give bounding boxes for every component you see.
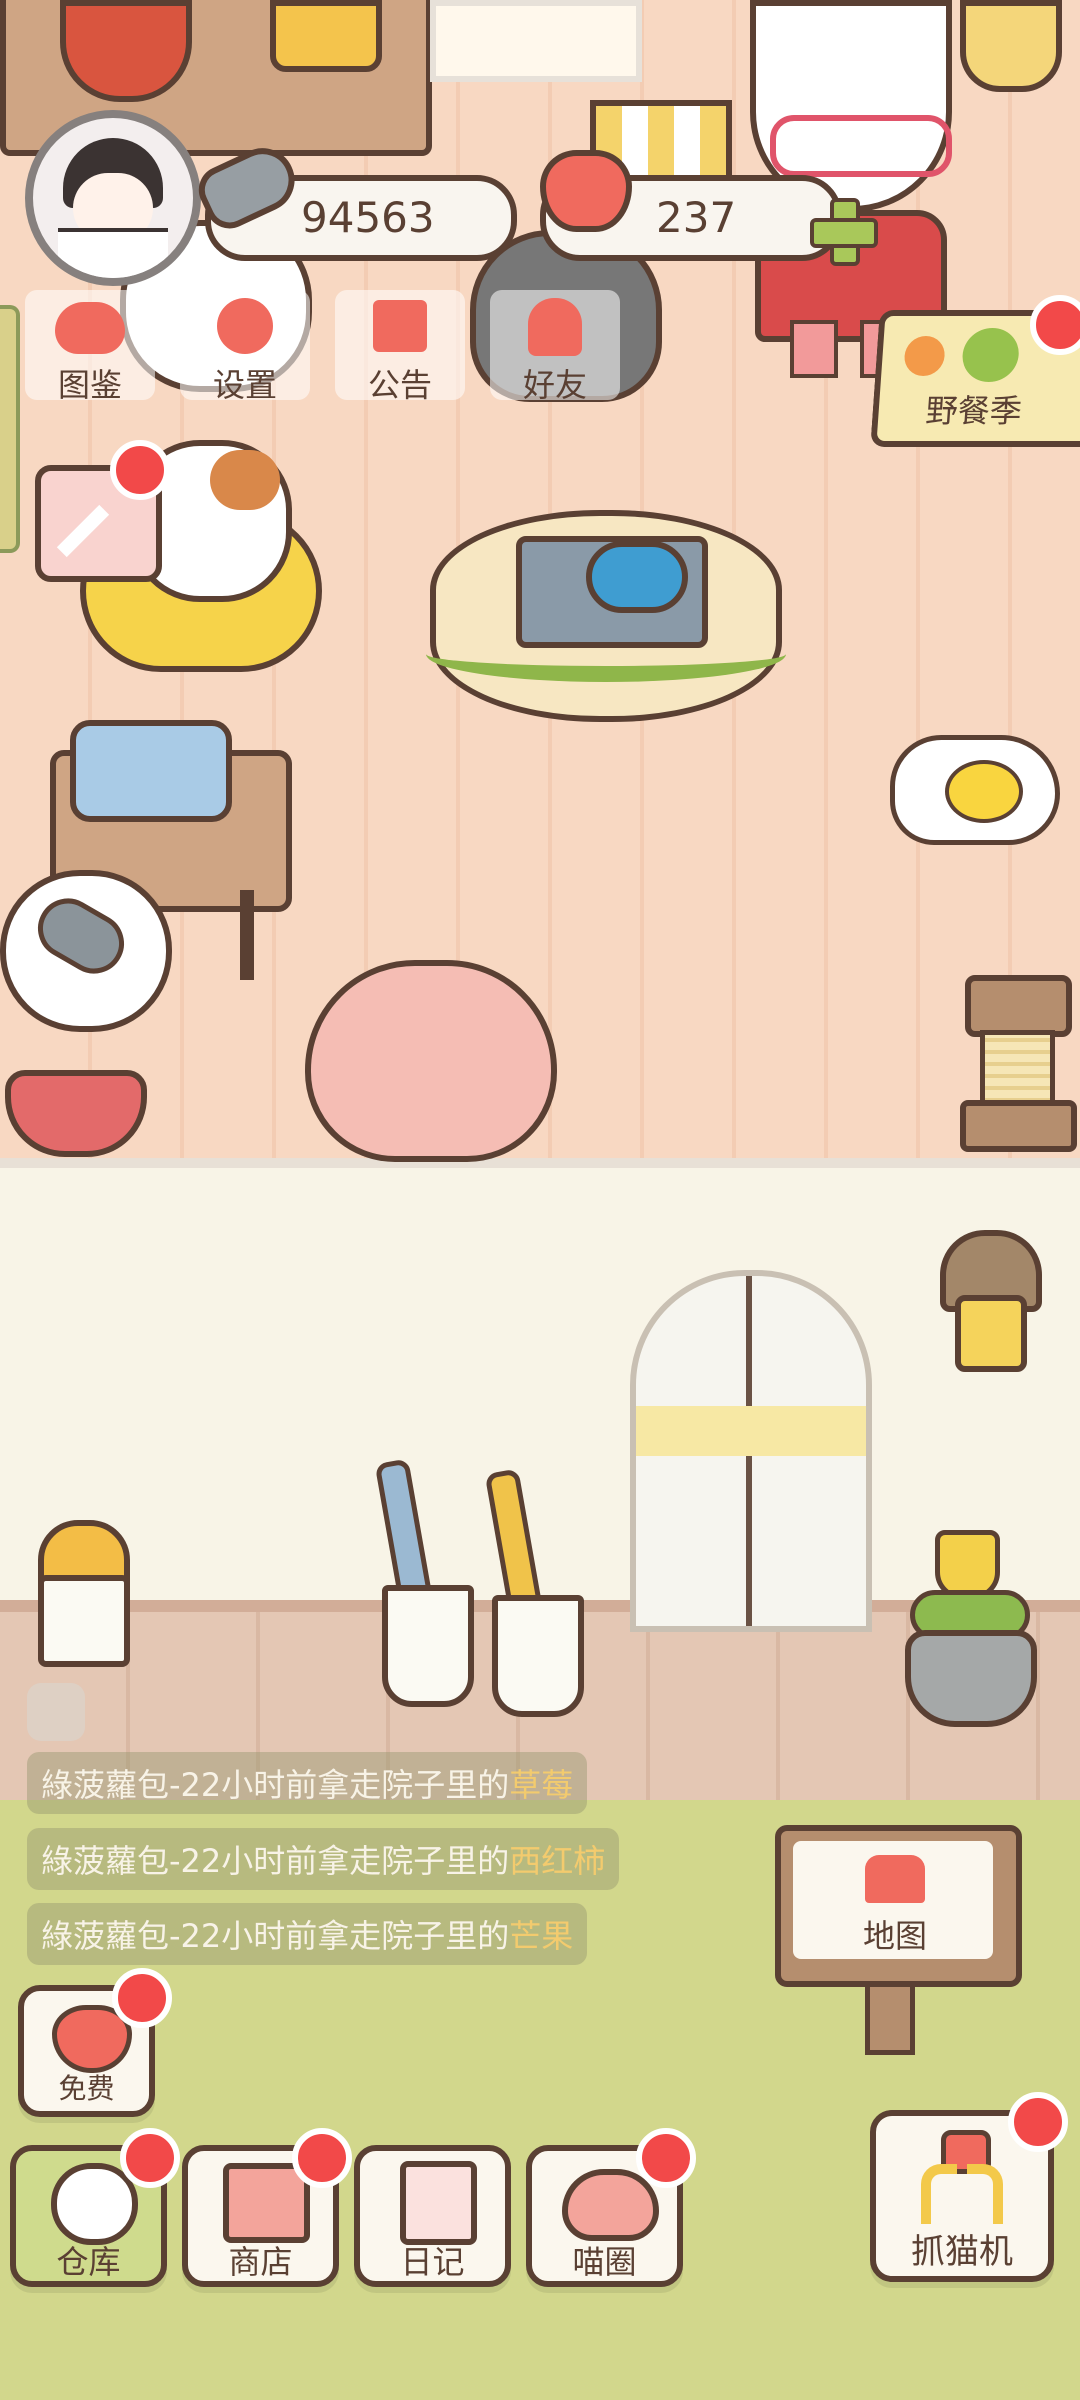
gear-icon — [217, 298, 273, 354]
phone-icon — [270, 0, 382, 72]
house-icon — [865, 1855, 925, 1903]
wall-lantern — [930, 1230, 1042, 1372]
log-message-1: 綠菠蘿包-22小时前拿走院子里的草莓 — [27, 1752, 588, 1814]
map-signpost[interactable]: 地图 — [775, 1825, 1022, 2055]
log-text-3: 綠菠蘿包-22小时前拿走院子里的 — [41, 1917, 510, 1955]
add-heart-button[interactable] — [810, 198, 878, 266]
claw-machine-label: 抓猫机 — [911, 2232, 1013, 2272]
arched-door — [630, 1270, 872, 1632]
window-frame — [430, 0, 642, 82]
nav-label-diary: 日记 — [400, 2243, 465, 2281]
menu-item-notice[interactable]: 公告 — [335, 290, 465, 404]
log-message-2: 綠菠蘿包-22小时前拿走院子里的西红柿 — [27, 1828, 620, 1890]
heart-count: 237 — [656, 193, 737, 242]
player-avatar[interactable] — [25, 110, 201, 286]
cat-circle-notification-dot — [636, 2128, 696, 2188]
log-message-3: 綠菠蘿包-22小时前拿走院子里的芒果 — [27, 1903, 588, 1965]
claw-icon — [921, 2130, 1003, 2224]
calendar-notification-dot — [110, 440, 170, 500]
floor-lantern — [28, 1520, 130, 1670]
top-menu: 图鉴 设置 公告 好友 — [25, 290, 625, 410]
claw-notification-dot — [1008, 2092, 1068, 2152]
nav-diary[interactable]: 日记 — [354, 2145, 511, 2287]
free-label: 免费 — [58, 2072, 115, 2105]
pencil-icon — [56, 504, 110, 558]
nav-label-cat-circle: 喵圈 — [572, 2243, 637, 2281]
menu-item-collection[interactable]: 图鉴 — [25, 290, 155, 404]
log-text-2: 綠菠蘿包-22小时前拿走院子里的 — [41, 1842, 510, 1880]
log-item-1: 草莓 — [509, 1766, 574, 1804]
warehouse-notification-dot — [120, 2128, 180, 2188]
left-edge-tab — [0, 305, 20, 553]
friends-icon — [528, 298, 582, 356]
heart-icon — [540, 150, 632, 232]
menu-item-settings[interactable]: 设置 — [180, 290, 310, 404]
apple-icon — [960, 328, 1021, 382]
log-text-1: 綠菠蘿包-22小时前拿走院子里的 — [41, 1766, 510, 1804]
lamp-icon — [960, 0, 1062, 92]
menu-item-friends[interactable]: 好友 — [490, 290, 620, 404]
menu-label-notice: 公告 — [367, 366, 432, 404]
menu-label-friends: 好友 — [522, 366, 587, 404]
cat-head-icon — [55, 302, 125, 354]
umbrella-pots — [370, 1458, 590, 1717]
map-label: 地图 — [862, 1917, 927, 1955]
chat-toggle-icon[interactable] — [27, 1683, 85, 1741]
pink-beanbag — [305, 960, 557, 1162]
fried-egg — [890, 735, 1060, 845]
event-banner-label: 野餐季 — [924, 392, 1024, 430]
scratch-post — [960, 975, 1077, 1152]
shop-notification-dot — [292, 2128, 352, 2188]
flower-icon — [903, 336, 946, 376]
round-table — [426, 510, 786, 722]
menu-label-settings: 设置 — [212, 366, 277, 404]
nav-label-warehouse: 仓库 — [56, 2243, 121, 2281]
gift-icon — [373, 300, 427, 352]
nav-label-shop: 商店 — [228, 2243, 293, 2281]
free-notification-dot — [112, 1968, 172, 2028]
fish-thought-bubble — [0, 870, 172, 1032]
menu-label-collection: 图鉴 — [57, 366, 122, 404]
fish-count: 94563 — [301, 193, 435, 242]
diary-icon — [400, 2161, 477, 2245]
log-item-3: 芒果 — [509, 1917, 574, 1955]
log-item-2: 西红柿 — [509, 1842, 606, 1880]
tulip-pot — [895, 1530, 1037, 1730]
